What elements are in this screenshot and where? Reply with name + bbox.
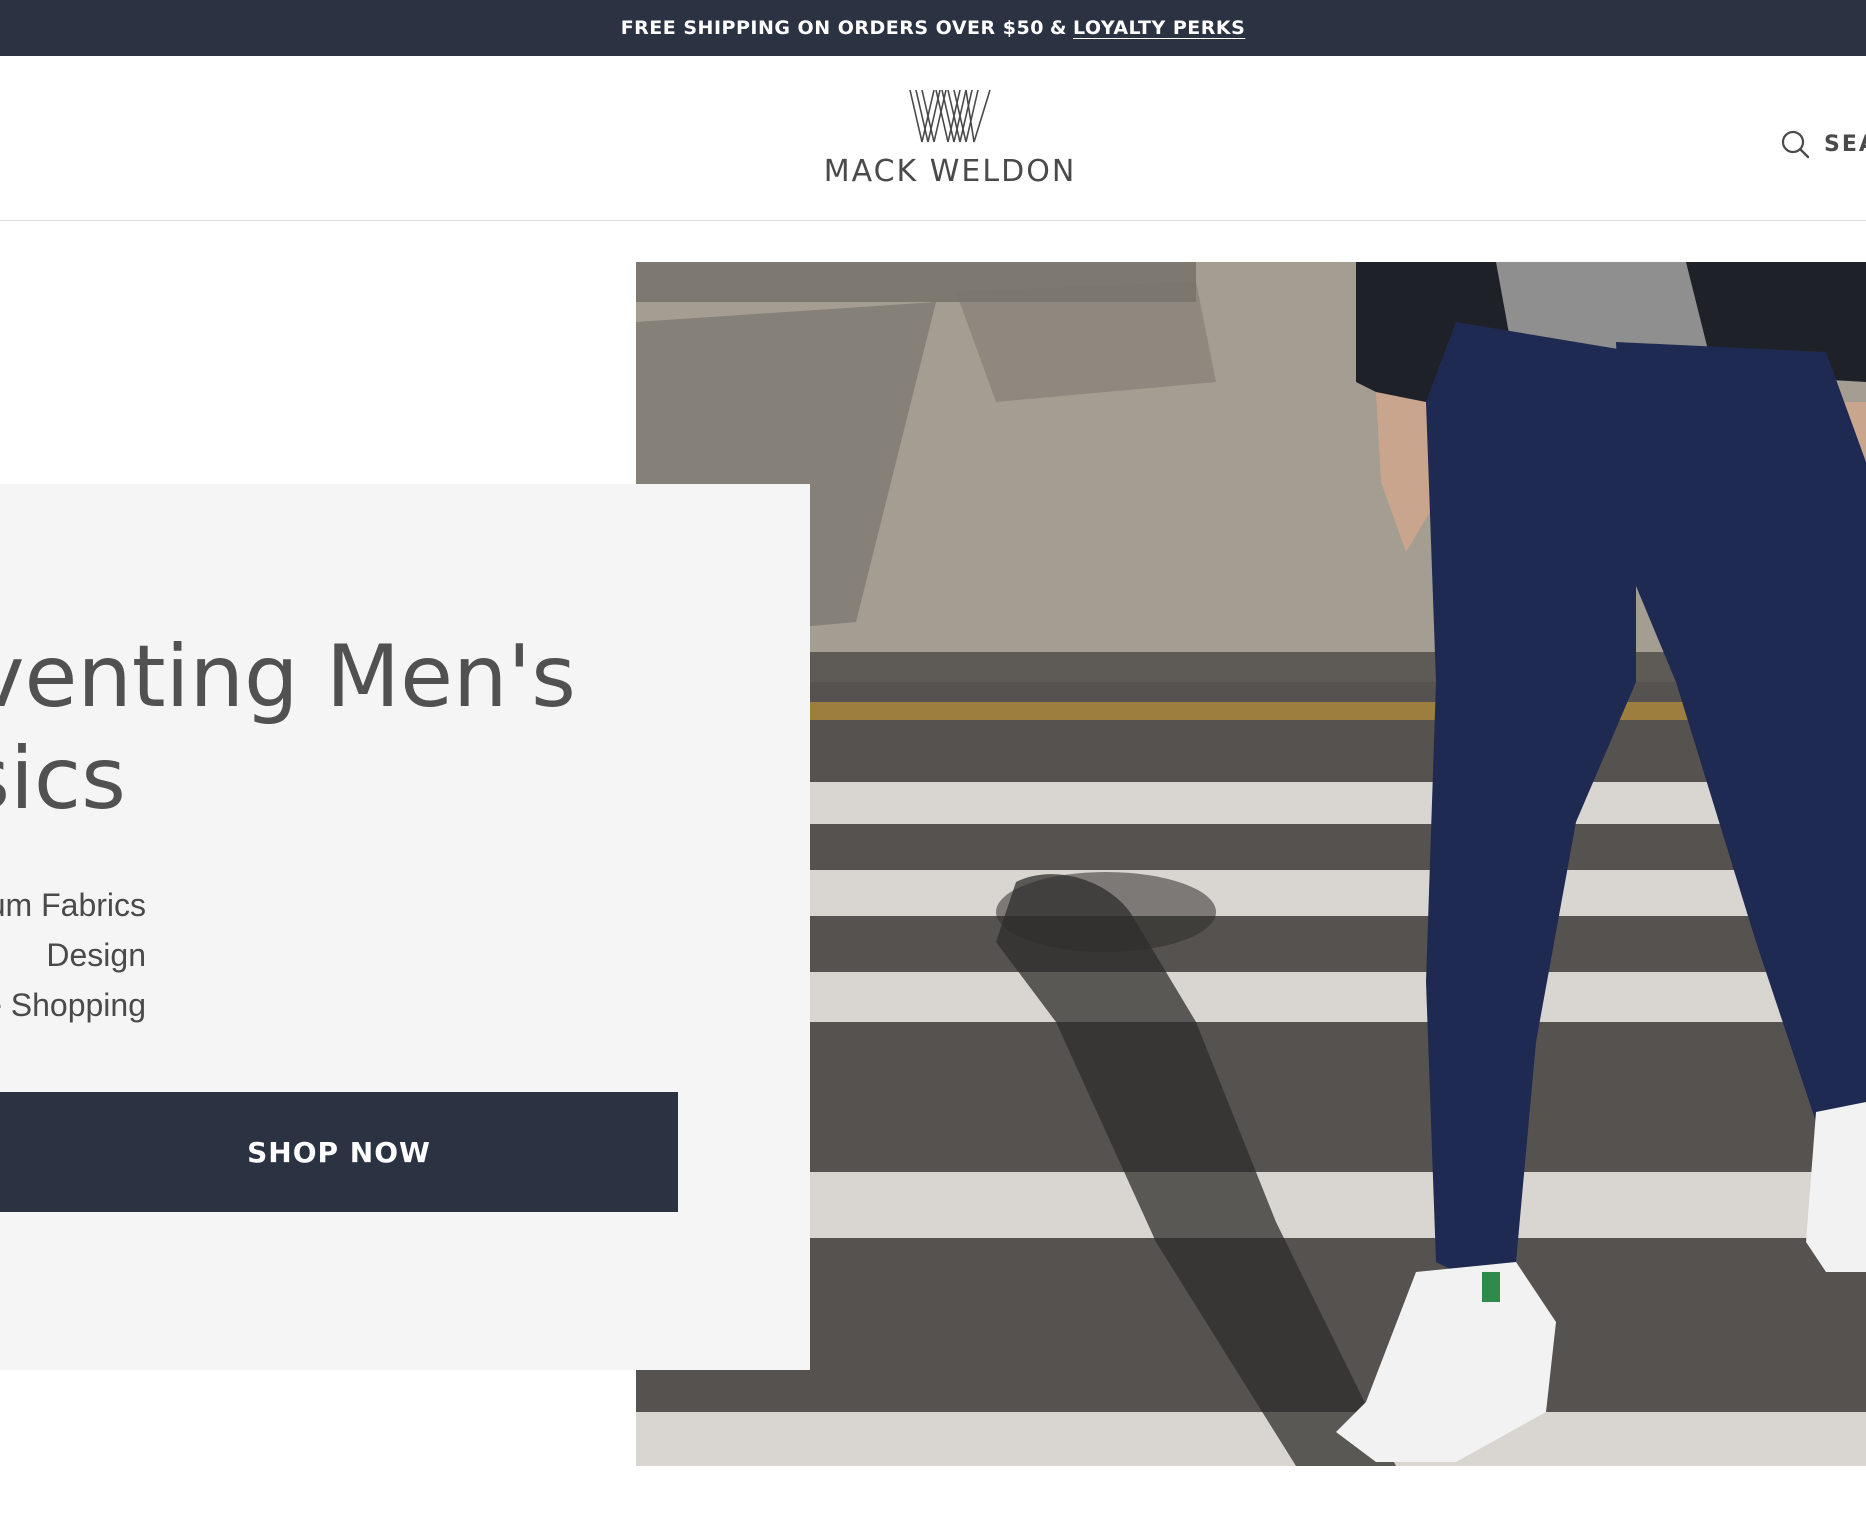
shop-now-button[interactable]: SHOP NOW <box>0 1092 678 1212</box>
search-icon <box>1781 130 1810 159</box>
hero-title-line1: nventing Men's <box>0 627 576 727</box>
loyalty-perks-link[interactable]: LOYALTY PERKS <box>1073 17 1245 39</box>
announcement-text: FREE SHIPPING ON ORDERS OVER $50 <box>620 17 1044 39</box>
hero-feature-list: um Fabrics Design e Shopping <box>0 880 146 1030</box>
announcement-bar: FREE SHIPPING ON ORDERS OVER $50 & LOYAL… <box>0 0 1866 56</box>
brand-logo[interactable]: MACK WELDON <box>822 88 1078 198</box>
hero-title: nventing Men's sics <box>0 626 576 830</box>
site-header: MACK WELDON SEA <box>0 56 1866 221</box>
hero-feature-item: e Shopping <box>0 987 146 1023</box>
hero-title-line2: sics <box>0 729 126 829</box>
hero-photo <box>636 262 1866 1466</box>
search-label: SEA <box>1824 131 1866 157</box>
hero-text-panel: nventing Men's sics um Fabrics Design e … <box>0 484 810 1370</box>
hero-feature-item: Design <box>46 937 146 973</box>
brand-name: MACK WELDON <box>823 154 1077 189</box>
mw-monogram-icon <box>909 89 991 143</box>
search-button[interactable]: SEA <box>1780 124 1866 164</box>
hero-photo-illustration <box>636 262 1866 1466</box>
hero-feature-item: um Fabrics <box>0 887 146 923</box>
announcement-joiner: & <box>1049 17 1067 39</box>
